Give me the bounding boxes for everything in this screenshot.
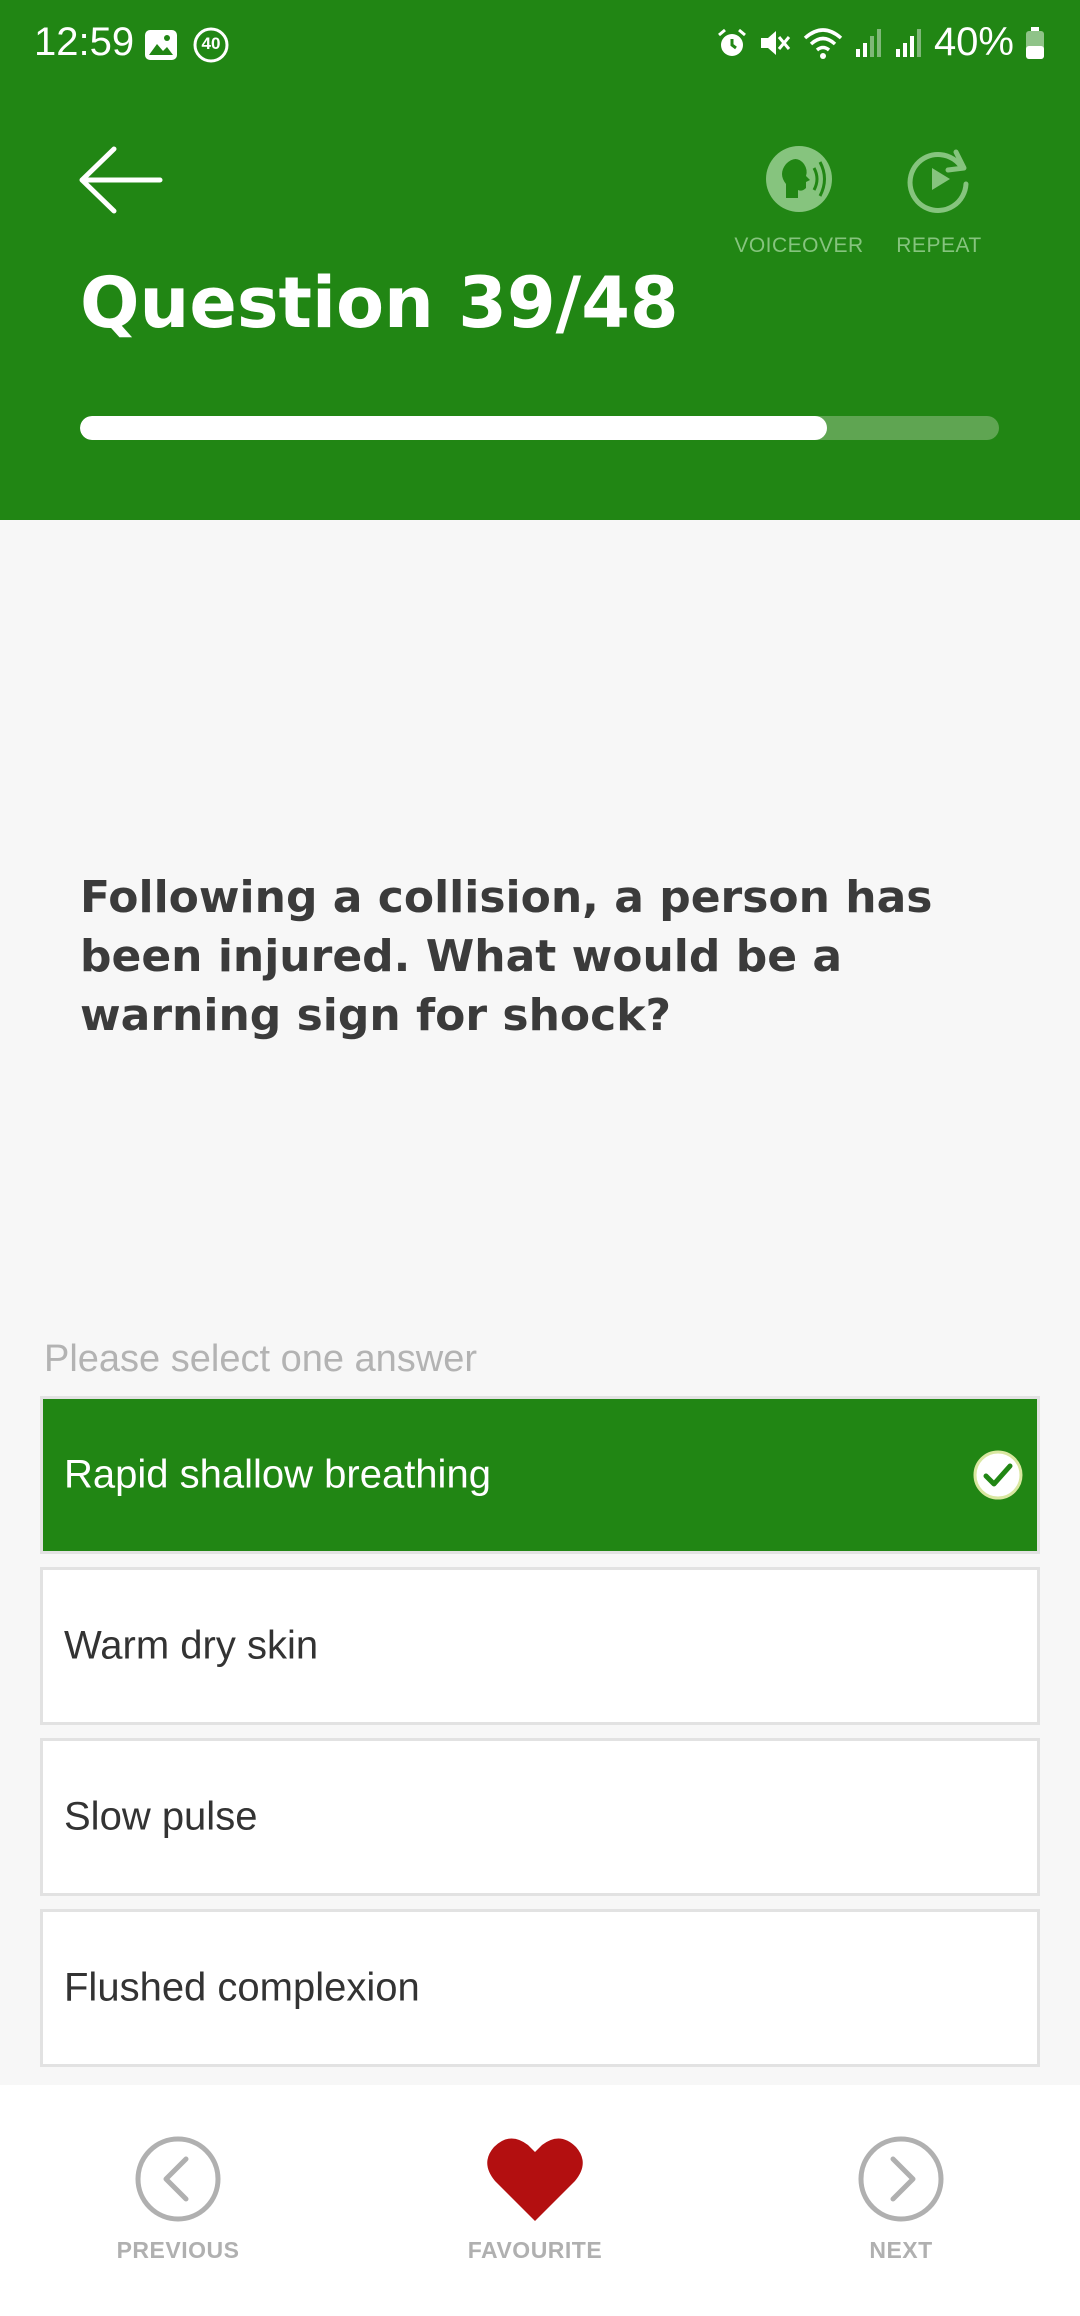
wifi-icon <box>803 27 843 59</box>
answer-option[interactable]: Warm dry skin <box>40 1567 1040 1725</box>
answer-label: Flushed complexion <box>64 1965 420 2010</box>
question-text: Following a collision, a person has been… <box>80 872 933 1041</box>
status-bar: 12:59 40 40% <box>0 0 1080 95</box>
question-title: Question 39/48 <box>80 262 679 344</box>
next-button[interactable]: NEXT <box>801 2135 1001 2264</box>
bottom-nav: PREVIOUS FAVOURITE NEXT <box>0 2085 1080 2316</box>
back-arrow-icon <box>79 146 163 214</box>
repeat-icon <box>907 149 969 213</box>
battery-icon <box>1026 26 1044 59</box>
gallery-icon <box>145 30 177 60</box>
answer-label: Warm dry skin <box>64 1623 319 1668</box>
previous-button[interactable]: PREVIOUS <box>78 2135 278 2264</box>
voiceover-button[interactable]: VOICEOVER <box>729 144 869 258</box>
answer-option[interactable]: Flushed complexion <box>40 1909 1040 2067</box>
check-icon <box>973 1450 1023 1500</box>
answer-option[interactable]: Rapid shallow breathing <box>40 1396 1040 1554</box>
favourite-label: FAVOURITE <box>467 2237 603 2263</box>
answer-label: Rapid shallow breathing <box>64 1452 491 1497</box>
mute-icon <box>760 30 791 55</box>
chevron-left-icon <box>135 2136 221 2222</box>
signal-icon-2 <box>895 28 921 57</box>
header: 12:59 40 40% VOICEOVER REPEAT Question 3… <box>0 0 1080 520</box>
status-right: 40% <box>716 20 1046 65</box>
signal-icon <box>855 28 881 57</box>
previous-label: PREVIOUS <box>116 2237 240 2263</box>
favourite-button[interactable]: FAVOURITE <box>435 2135 635 2264</box>
notification-badge-icon: 40 <box>192 26 230 64</box>
alarm-icon <box>717 28 746 56</box>
progress-fill <box>80 416 827 440</box>
answer-option[interactable]: Slow pulse <box>40 1738 1040 1896</box>
chevron-right-icon <box>858 2136 944 2222</box>
answer-instruction: Please select one answer <box>44 1338 478 1380</box>
progress-bar <box>80 416 999 440</box>
answer-list: Rapid shallow breathing Warm dry skin Sl… <box>40 1396 1040 2080</box>
status-left-icons: 40 <box>144 26 230 64</box>
notification-badge-text: 40 <box>201 34 221 53</box>
repeat-button[interactable]: REPEAT <box>869 144 1009 258</box>
answer-label: Slow pulse <box>64 1794 258 1839</box>
voiceover-label: VOICEOVER <box>734 234 864 257</box>
voiceover-icon <box>766 146 832 212</box>
back-button[interactable] <box>78 145 164 215</box>
status-time: 12:59 <box>34 20 135 64</box>
heart-icon <box>487 2138 583 2221</box>
next-label: NEXT <box>869 2237 933 2263</box>
battery-text: 40% <box>933 20 1014 64</box>
repeat-label: REPEAT <box>896 234 982 257</box>
